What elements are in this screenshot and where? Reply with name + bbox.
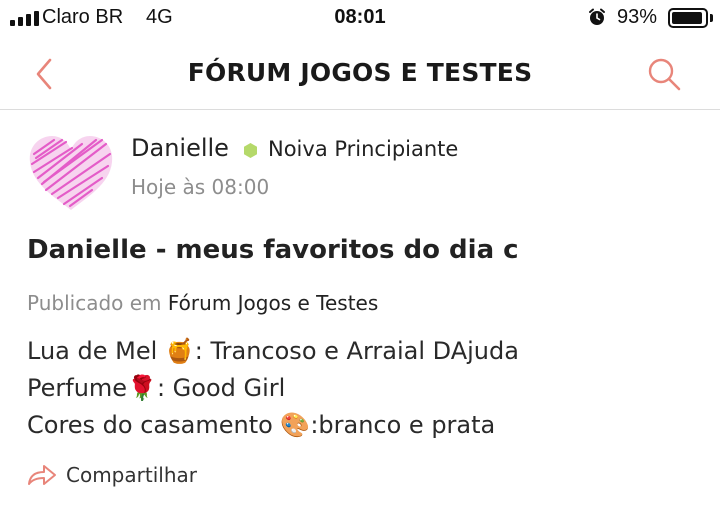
page-title: FÓRUM JOGOS E TESTES — [187, 58, 533, 87]
body-text: Perfume — [27, 374, 128, 402]
post-title: Danielle - meus favoritos do dia c — [27, 235, 519, 265]
body-text: : Trancoso e Arraial DAjuda — [194, 337, 519, 365]
forum-link[interactable]: Fórum Jogos e Testes — [168, 291, 378, 315]
post-body-line: Perfume🌹: Good Girl — [27, 374, 285, 402]
level-badge-icon — [244, 143, 257, 158]
search-icon[interactable] — [644, 54, 684, 94]
battery-nub — [710, 14, 713, 22]
battery-icon — [668, 8, 708, 28]
body-text: Lua de Mel — [27, 337, 165, 365]
author-level: Noiva Principiante — [268, 137, 459, 161]
post-timestamp: Hoje às 08:00 — [131, 175, 270, 199]
published-prefix: Publicado em — [27, 291, 162, 315]
avatar[interactable] — [26, 132, 116, 214]
palette-emoji-icon: 🎨 — [280, 411, 311, 439]
battery-percent: 93% — [617, 6, 658, 28]
post-body-line: Cores do casamento 🎨:branco e prata — [27, 411, 495, 439]
share-label: Compartilhar — [66, 463, 197, 487]
battery-fill — [672, 12, 702, 24]
honey-pot-emoji-icon: 🍯 — [164, 337, 195, 365]
post-body-line: Lua de Mel 🍯: Trancoso e Arraial DAjuda — [27, 337, 519, 365]
status-bar: Claro BR 4G 08:01 93% — [0, 0, 720, 36]
body-text: : Good Girl — [156, 374, 286, 402]
nav-bar: FÓRUM JOGOS E TESTES — [0, 36, 720, 110]
author-name[interactable]: Danielle — [131, 134, 229, 162]
share-arrow-icon — [28, 465, 56, 485]
body-text: Cores do casamento — [27, 411, 281, 439]
status-time: 08:01 — [334, 6, 386, 28]
rose-emoji-icon: 🌹 — [127, 374, 157, 402]
share-button[interactable]: Compartilhar — [26, 460, 197, 490]
body-text: :branco e prata — [310, 411, 496, 439]
published-in: Publicado em Fórum Jogos e Testes — [27, 291, 378, 315]
alarm-icon — [589, 8, 605, 25]
